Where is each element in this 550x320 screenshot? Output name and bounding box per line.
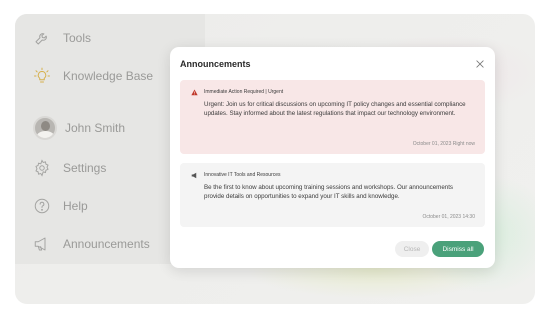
announcements-dialog: Announcements Immediate Action Required …	[170, 47, 495, 268]
megaphone-icon	[190, 171, 198, 179]
dialog-title: Announcements	[180, 59, 251, 69]
sidebar-item-help[interactable]: Help	[33, 194, 88, 218]
close-button[interactable]: Close	[395, 241, 429, 257]
sidebar-item-announcements[interactable]: Announcements	[33, 232, 150, 256]
announcement-heading: Immediate Action Required | Urgent	[204, 89, 284, 95]
announcement-heading: Innovative IT Tools and Resources	[204, 172, 281, 178]
announcement-timestamp: October 01, 2023 14:30	[422, 214, 475, 220]
sidebar-item-label: Settings	[63, 161, 107, 175]
sidebar-item-label: Announcements	[63, 237, 150, 251]
gear-icon	[33, 159, 51, 177]
announcement-body: Urgent: Join us for critical discussions…	[204, 101, 466, 117]
avatar	[33, 116, 57, 140]
warning-icon	[190, 88, 198, 96]
close-icon[interactable]	[475, 59, 485, 69]
lightbulb-icon	[33, 67, 51, 85]
sidebar-item-tools[interactable]: Tools	[33, 26, 91, 50]
sidebar-item-profile[interactable]: John Smith	[33, 116, 125, 140]
user-name: John Smith	[65, 121, 126, 135]
announcement-timestamp: October 01, 2023 Right now	[412, 141, 475, 147]
sidebar-item-knowledge-base[interactable]: Knowledge Base	[33, 64, 153, 88]
megaphone-icon	[33, 235, 51, 253]
sidebar-item-settings[interactable]: Settings	[33, 156, 106, 180]
question-icon	[33, 197, 51, 215]
dismiss-all-button[interactable]: Dismiss all	[432, 241, 484, 257]
announcement-card-urgent[interactable]: Immediate Action Required | Urgent Urgen…	[180, 80, 485, 154]
sidebar-item-label: Knowledge Base	[63, 69, 154, 83]
wrench-icon	[33, 29, 51, 47]
announcement-card-info[interactable]: Innovative IT Tools and Resources Be the…	[180, 163, 485, 227]
sidebar-item-label: Tools	[63, 31, 92, 45]
announcement-body: Be the first to know about upcoming trai…	[204, 184, 454, 200]
sidebar-item-label: Help	[63, 199, 88, 213]
